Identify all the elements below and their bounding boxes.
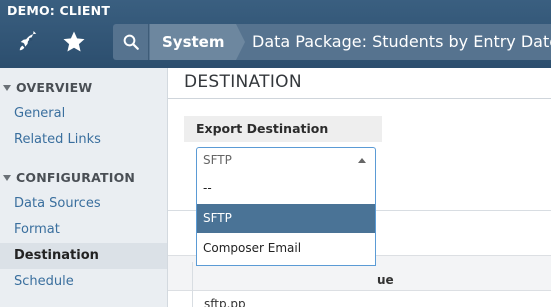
table-cell: sftp.pp <box>204 297 246 307</box>
star-icon[interactable] <box>54 25 94 59</box>
rocket-icon[interactable] <box>8 25 48 59</box>
sidebar-item-schedule[interactable]: Schedule <box>0 269 167 295</box>
section-title: CONFIGURATION <box>16 170 136 185</box>
divider <box>168 98 551 99</box>
dropdown-option-sftp[interactable]: SFTP <box>197 204 375 233</box>
section-title: OVERVIEW <box>16 80 93 95</box>
export-destination-dropdown: -- SFTP Composer Email <box>196 173 376 266</box>
client-label: DEMO: CLIENT <box>7 3 111 18</box>
dropdown-option-composer-email[interactable]: Composer Email <box>197 234 375 263</box>
page-title: DESTINATION <box>184 72 302 92</box>
sidebar-item-format[interactable]: Format <box>0 217 167 243</box>
dropdown-option-none[interactable]: -- <box>197 174 375 203</box>
top-bar: DEMO: CLIENT System Data Package: Studen… <box>0 0 551 68</box>
sidebar-item-data-sources[interactable]: Data Sources <box>0 191 167 217</box>
export-destination-select[interactable]: SFTP <box>196 147 376 173</box>
sidebar-section-configuration[interactable]: CONFIGURATION <box>0 170 168 185</box>
collapse-triangle-icon <box>3 175 11 181</box>
breadcrumb-system[interactable]: System <box>150 24 236 60</box>
select-value: SFTP <box>203 153 232 167</box>
sidebar: OVERVIEW General Related Links CONFIGURA… <box>0 68 168 307</box>
breadcrumb-separator <box>236 24 245 60</box>
breadcrumb: System Data Package: Students by Entry D… <box>113 24 551 60</box>
caret-up-icon <box>358 158 366 163</box>
sidebar-item-destination[interactable]: Destination <box>0 243 167 269</box>
collapse-triangle-icon <box>3 85 11 91</box>
sidebar-item-related-links[interactable]: Related Links <box>0 127 167 153</box>
sidebar-section-overview[interactable]: OVERVIEW <box>0 80 168 95</box>
export-destination-label: Export Destination <box>184 116 382 142</box>
column-separator <box>192 262 193 307</box>
search-icon[interactable] <box>113 24 149 60</box>
sidebar-item-general[interactable]: General <box>0 101 167 127</box>
column-header-value[interactable]: ue <box>377 273 394 287</box>
breadcrumb-page-title: Data Package: Students by Entry Date <box>252 32 551 51</box>
